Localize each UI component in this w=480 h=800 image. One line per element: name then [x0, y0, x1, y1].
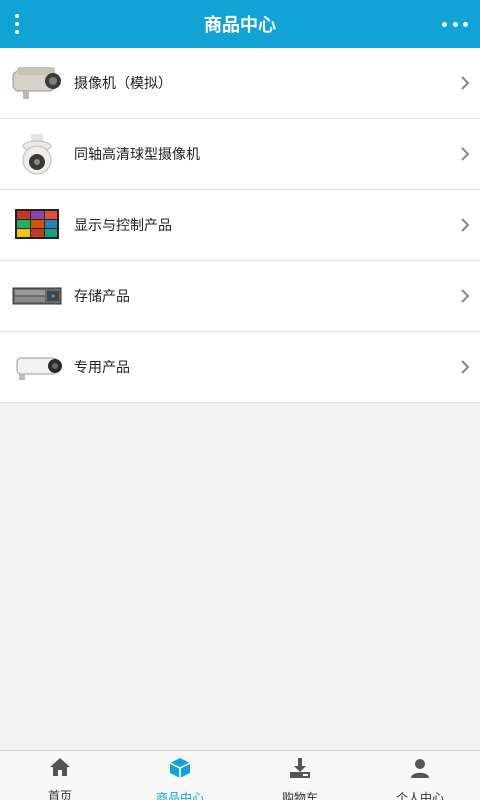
category-item-analog-camera[interactable]: 摄像机（模拟）	[0, 48, 480, 119]
category-item-storage[interactable]: 存储产品	[0, 261, 480, 332]
chevron-right-icon	[461, 76, 470, 90]
tab-home[interactable]: 首页	[0, 751, 120, 800]
bullet-camera-image	[8, 61, 66, 105]
bottom-tab-bar: 首页 商品中心 购物车 个人中心	[0, 750, 480, 800]
user-icon	[409, 757, 431, 779]
category-item-coax-dome-camera[interactable]: 同轴高清球型摄像机	[0, 119, 480, 190]
home-icon	[49, 757, 71, 777]
tab-profile[interactable]: 个人中心	[360, 751, 480, 800]
page-title: 商品中心	[204, 15, 276, 36]
vertical-dots-menu-icon[interactable]	[6, 10, 28, 38]
box-icon	[169, 757, 191, 779]
chevron-right-icon	[461, 218, 470, 232]
chevron-right-icon	[461, 147, 470, 161]
horizontal-dots-more-icon[interactable]	[442, 14, 468, 34]
tab-label: 商品中心	[155, 791, 204, 800]
download-tray-icon	[289, 757, 311, 779]
special-camera-image	[8, 345, 66, 389]
chevron-right-icon	[461, 360, 470, 374]
tab-label: 个人中心	[395, 791, 444, 800]
tab-label: 首页	[47, 789, 72, 800]
category-label: 同轴高清球型摄像机	[74, 147, 200, 163]
storage-dvr-image	[8, 274, 66, 318]
category-label: 摄像机（模拟）	[74, 76, 172, 92]
category-item-display-control[interactable]: 显示与控制产品	[0, 190, 480, 261]
category-label: 专用产品	[74, 360, 130, 376]
top-app-bar: 商品中心	[0, 0, 480, 48]
tab-products[interactable]: 商品中心	[120, 751, 240, 800]
category-item-special[interactable]: 专用产品	[0, 332, 480, 403]
chevron-right-icon	[461, 289, 470, 303]
category-label: 存储产品	[74, 289, 130, 305]
category-label: 显示与控制产品	[74, 218, 172, 234]
category-list: 摄像机（模拟） 同轴高清球型摄像机 显示与控制产品 存储产品 专用产品	[0, 48, 480, 403]
display-wall-image	[8, 203, 66, 247]
dome-camera-image	[8, 132, 66, 176]
tab-cart[interactable]: 购物车	[240, 751, 360, 800]
tab-label: 购物车	[281, 791, 318, 800]
